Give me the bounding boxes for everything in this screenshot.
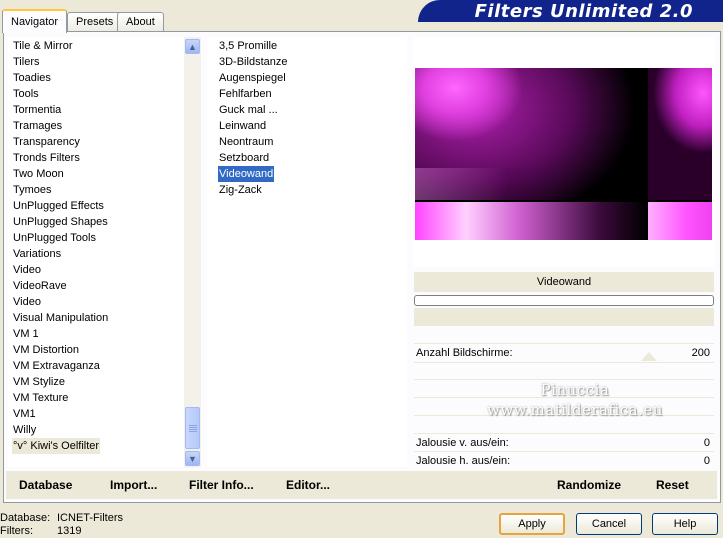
filter-info-button[interactable]: Filter Info... <box>189 477 254 493</box>
filter-item[interactable]: 3,5 Promille <box>218 38 278 54</box>
filter-name-label: Videowand <box>414 272 714 292</box>
filter-list[interactable]: 3,5 Promille 3D-Bildstanze Augenspiegel Feh… <box>207 37 407 467</box>
watermark: Pinuccia www.matilderafica.eu <box>440 380 710 420</box>
database-label: Database: <box>0 512 51 524</box>
apply-button[interactable]: Apply <box>499 513 565 535</box>
category-item[interactable]: Willy <box>12 422 37 438</box>
category-item[interactable]: UnPlugged Shapes <box>12 214 109 230</box>
chevron-up-icon[interactable]: ▲ <box>185 39 200 54</box>
slider-thumb-icon[interactable] <box>641 352 657 361</box>
progress-bar <box>414 295 714 306</box>
category-item[interactable]: Video <box>12 262 42 278</box>
category-item[interactable]: Tile & Mirror <box>12 38 73 54</box>
category-item[interactable]: Transparency <box>12 134 81 150</box>
category-item[interactable]: VM Extravaganza <box>12 358 101 374</box>
category-item[interactable]: VM1 <box>12 406 37 422</box>
grip-line <box>189 425 197 426</box>
spacer-band <box>414 308 714 326</box>
divider <box>414 451 714 452</box>
filter-item[interactable]: 3D-Bildstanze <box>218 54 288 70</box>
title-banner: Filters Unlimited 2.0 <box>418 0 723 22</box>
filters-label: Filters: <box>0 525 33 537</box>
category-item[interactable]: Tilers <box>12 54 40 70</box>
database-button[interactable]: Database <box>19 477 72 493</box>
category-item[interactable]: °v° Kiwi's Oelfilter <box>12 438 101 454</box>
param-label: Jalousie h. aus/ein: <box>416 455 511 467</box>
filter-item[interactable]: Setzboard <box>218 150 270 166</box>
category-item[interactable]: UnPlugged Tools <box>12 230 97 246</box>
divider <box>414 343 714 344</box>
category-item[interactable]: VM 1 <box>12 326 40 342</box>
category-item[interactable]: VM Distortion <box>12 342 80 358</box>
divider <box>414 433 714 434</box>
category-item[interactable]: Tormentia <box>12 102 62 118</box>
param-label: Jalousie v. aus/ein: <box>416 437 509 449</box>
category-item[interactable]: VideoRave <box>12 278 68 294</box>
editor-button[interactable]: Editor... <box>286 477 330 493</box>
category-item[interactable]: VM Texture <box>12 390 69 406</box>
filter-item[interactable]: Videowand <box>218 166 275 182</box>
grip-line <box>189 431 197 432</box>
filter-item[interactable]: Neontraum <box>218 134 274 150</box>
reset-button[interactable]: Reset <box>656 477 689 493</box>
category-item[interactable]: Video <box>12 294 42 310</box>
category-list[interactable]: Tile & Mirror Tilers Toadies Tools Tormentia… <box>8 37 184 467</box>
category-item[interactable]: VM Stylize <box>12 374 66 390</box>
cancel-button[interactable]: Cancel <box>576 513 642 535</box>
param-value[interactable]: 0 <box>704 453 710 469</box>
filter-item[interactable]: Leinwand <box>218 118 267 134</box>
scroll-thumb[interactable] <box>185 407 200 449</box>
tab-bar: Navigator Presets About Filters Unlimite… <box>0 0 723 33</box>
tab-about[interactable]: About <box>117 12 164 31</box>
filter-item[interactable]: Zig-Zack <box>218 182 263 198</box>
help-button[interactable]: Help <box>652 513 718 535</box>
watermark-line-1: Pinuccia <box>540 381 610 399</box>
filter-item[interactable]: Guck mal ... <box>218 102 279 118</box>
param-label: Anzahl Bildschirme: <box>416 347 513 359</box>
category-item[interactable]: Tronds Filters <box>12 150 81 166</box>
status-info: Database: ICNET-Filters Filters: 1319 <box>0 512 123 538</box>
category-item[interactable]: Visual Manipulation <box>12 310 109 326</box>
category-item[interactable]: Tools <box>12 86 40 102</box>
category-scrollbar[interactable]: ▲ ▼ <box>184 37 201 467</box>
category-item[interactable]: Variations <box>12 246 62 262</box>
chevron-down-icon[interactable]: ▼ <box>185 451 200 466</box>
filters-count: 1319 <box>57 525 82 537</box>
param-jalousie-h[interactable]: Jalousie h. aus/ein: 0 <box>414 453 714 469</box>
param-anzahl-bildschirme[interactable]: Anzahl Bildschirme: 200 <box>414 345 714 361</box>
param-value[interactable]: 200 <box>692 345 710 361</box>
randomize-button[interactable]: Randomize <box>557 477 621 493</box>
watermark-line-2: www.matilderafica.eu <box>487 401 663 419</box>
param-jalousie-v[interactable]: Jalousie v. aus/ein: 0 <box>414 435 714 451</box>
category-item[interactable]: UnPlugged Effects <box>12 198 105 214</box>
database-value: ICNET-Filters <box>57 512 123 524</box>
tab-presets[interactable]: Presets <box>67 12 123 31</box>
category-item[interactable]: Two Moon <box>12 166 65 182</box>
filter-item[interactable]: Augenspiegel <box>218 70 287 86</box>
app-title: Filters Unlimited 2.0 <box>474 1 693 22</box>
grip-line <box>189 429 197 430</box>
category-item[interactable]: Toadies <box>12 70 52 86</box>
grip-line <box>189 427 197 428</box>
preview-image <box>415 68 712 240</box>
category-item[interactable]: Tymoes <box>12 182 53 198</box>
filter-item[interactable]: Fehlfarben <box>218 86 273 102</box>
import-button[interactable]: Import... <box>110 477 157 493</box>
divider <box>414 362 714 363</box>
param-value[interactable]: 0 <box>704 435 710 451</box>
category-item[interactable]: Tramages <box>12 118 63 134</box>
tab-navigator[interactable]: Navigator <box>2 9 68 33</box>
